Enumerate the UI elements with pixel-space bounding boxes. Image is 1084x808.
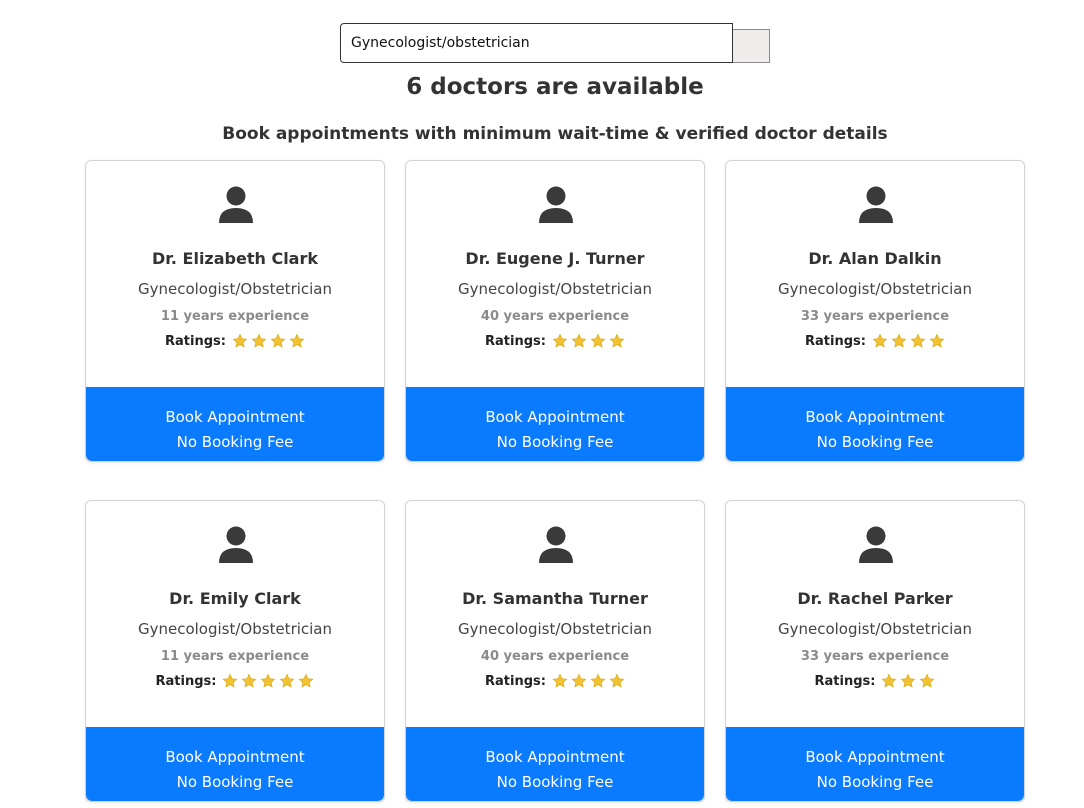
doctor-name: Dr. Emily Clark bbox=[169, 589, 301, 608]
ratings-label: Ratings: bbox=[485, 333, 546, 349]
ratings-row: Ratings: bbox=[726, 673, 1024, 689]
doctor-specialty: Gynecologist/Obstetrician bbox=[457, 620, 653, 638]
star-icon bbox=[571, 673, 587, 688]
doctor-experience: 40 years experience bbox=[480, 649, 630, 664]
star-icon bbox=[261, 673, 276, 688]
star-icon bbox=[552, 333, 568, 348]
doctor-experience: 40 years experience bbox=[480, 309, 630, 324]
doctor-specialty: Gynecologist/Obstetrician bbox=[137, 620, 333, 638]
book-appointment-button[interactable]: Book Appointment No Booking Fee bbox=[726, 727, 1024, 801]
star-icon bbox=[910, 333, 926, 348]
ratings-row: Ratings: bbox=[406, 333, 704, 349]
doctor-experience: 11 years experience bbox=[160, 649, 310, 664]
person-avatar-icon bbox=[539, 526, 573, 563]
book-appointment-label: Book Appointment bbox=[165, 408, 305, 426]
star-icon bbox=[232, 333, 248, 348]
book-appointment-label: Book Appointment bbox=[485, 408, 625, 426]
doctor-card: Dr. Eugene J. Turner Gynecologist/Obstet… bbox=[405, 160, 705, 462]
star-rating bbox=[872, 333, 945, 349]
doctor-experience: 33 years experience bbox=[800, 649, 950, 664]
star-rating bbox=[222, 673, 314, 689]
star-icon bbox=[590, 333, 606, 348]
doctor-name: Dr. Alan Dalkin bbox=[808, 249, 942, 268]
star-icon bbox=[882, 673, 897, 688]
booking-fee-label: No Booking Fee bbox=[176, 433, 294, 451]
star-icon bbox=[590, 673, 606, 688]
doctor-name: Dr. Rachel Parker bbox=[797, 589, 953, 608]
booking-fee-label: No Booking Fee bbox=[816, 433, 934, 451]
ratings-row: Ratings: bbox=[86, 333, 384, 349]
star-icon bbox=[270, 333, 286, 348]
star-rating bbox=[552, 333, 625, 349]
doctor-card: Dr. Rachel Parker Gynecologist/Obstetric… bbox=[725, 500, 1025, 802]
star-icon bbox=[609, 333, 625, 348]
ratings-label: Ratings: bbox=[485, 673, 546, 689]
person-avatar-icon bbox=[219, 186, 253, 223]
star-icon bbox=[891, 333, 907, 348]
ratings-row: Ratings: bbox=[86, 673, 384, 689]
star-icon bbox=[872, 333, 888, 348]
star-icon bbox=[571, 333, 587, 348]
ratings-label: Ratings: bbox=[814, 673, 876, 689]
doctor-specialty: Gynecologist/Obstetrician bbox=[137, 280, 333, 298]
doctor-name: Dr. Elizabeth Clark bbox=[151, 249, 318, 268]
doctor-specialty: Gynecologist/Obstetrician bbox=[777, 280, 973, 298]
book-appointment-button[interactable]: Book Appointment No Booking Fee bbox=[86, 387, 384, 461]
star-icon bbox=[552, 673, 568, 688]
ratings-label: Ratings: bbox=[155, 673, 217, 689]
doctor-name: Dr. Eugene J. Turner bbox=[465, 249, 645, 268]
star-rating bbox=[232, 333, 305, 349]
star-icon bbox=[251, 333, 267, 348]
doctor-card-grid: Dr. Elizabeth Clark Gynecologist/Obstetr… bbox=[85, 160, 1025, 802]
search-bar bbox=[340, 23, 770, 63]
star-icon bbox=[920, 673, 935, 688]
ratings-label: Ratings: bbox=[805, 333, 866, 349]
ratings-row: Ratings: bbox=[726, 333, 1024, 349]
page: 6 doctors are available Book appointment… bbox=[0, 0, 1084, 808]
star-icon bbox=[929, 333, 945, 348]
doctor-card: Dr. Emily Clark Gynecologist/Obstetricia… bbox=[85, 500, 385, 802]
doctor-experience: 33 years experience bbox=[800, 309, 950, 324]
person-avatar-icon bbox=[859, 526, 893, 563]
doctor-count-heading: 6 doctors are available bbox=[406, 74, 704, 100]
booking-fee-label: No Booking Fee bbox=[496, 773, 614, 791]
person-avatar-icon bbox=[859, 186, 893, 223]
star-icon bbox=[242, 673, 257, 688]
doctor-card: Dr. Alan Dalkin Gynecologist/Obstetricia… bbox=[725, 160, 1025, 462]
booking-fee-label: No Booking Fee bbox=[816, 773, 934, 791]
ratings-row: Ratings: bbox=[406, 673, 704, 689]
booking-fee-label: No Booking Fee bbox=[496, 433, 614, 451]
page-subtitle: Book appointments with minimum wait-time… bbox=[222, 124, 888, 144]
person-avatar-icon bbox=[219, 526, 253, 563]
star-icon bbox=[901, 673, 916, 688]
star-icon bbox=[223, 673, 238, 688]
search-button[interactable] bbox=[733, 29, 770, 63]
star-icon bbox=[299, 673, 314, 688]
star-icon bbox=[609, 673, 625, 688]
star-icon bbox=[289, 333, 305, 348]
doctor-name: Dr. Samantha Turner bbox=[462, 589, 648, 608]
star-rating bbox=[552, 673, 625, 689]
doctor-card: Dr. Elizabeth Clark Gynecologist/Obstetr… bbox=[85, 160, 385, 462]
booking-fee-label: No Booking Fee bbox=[176, 773, 294, 791]
ratings-label: Ratings: bbox=[165, 333, 226, 349]
book-appointment-button[interactable]: Book Appointment No Booking Fee bbox=[86, 727, 384, 801]
book-appointment-label: Book Appointment bbox=[165, 748, 305, 766]
book-appointment-label: Book Appointment bbox=[485, 748, 625, 766]
star-icon bbox=[280, 673, 295, 688]
star-rating bbox=[881, 673, 935, 689]
book-appointment-label: Book Appointment bbox=[805, 408, 945, 426]
search-input[interactable] bbox=[340, 23, 733, 63]
doctor-specialty: Gynecologist/Obstetrician bbox=[457, 280, 653, 298]
book-appointment-button[interactable]: Book Appointment No Booking Fee bbox=[726, 387, 1024, 461]
book-appointment-button[interactable]: Book Appointment No Booking Fee bbox=[406, 727, 704, 801]
person-avatar-icon bbox=[539, 186, 573, 223]
doctor-experience: 11 years experience bbox=[160, 309, 310, 324]
doctor-card: Dr. Samantha Turner Gynecologist/Obstetr… bbox=[405, 500, 705, 802]
book-appointment-label: Book Appointment bbox=[805, 748, 945, 766]
doctor-specialty: Gynecologist/Obstetrician bbox=[777, 620, 973, 638]
book-appointment-button[interactable]: Book Appointment No Booking Fee bbox=[406, 387, 704, 461]
